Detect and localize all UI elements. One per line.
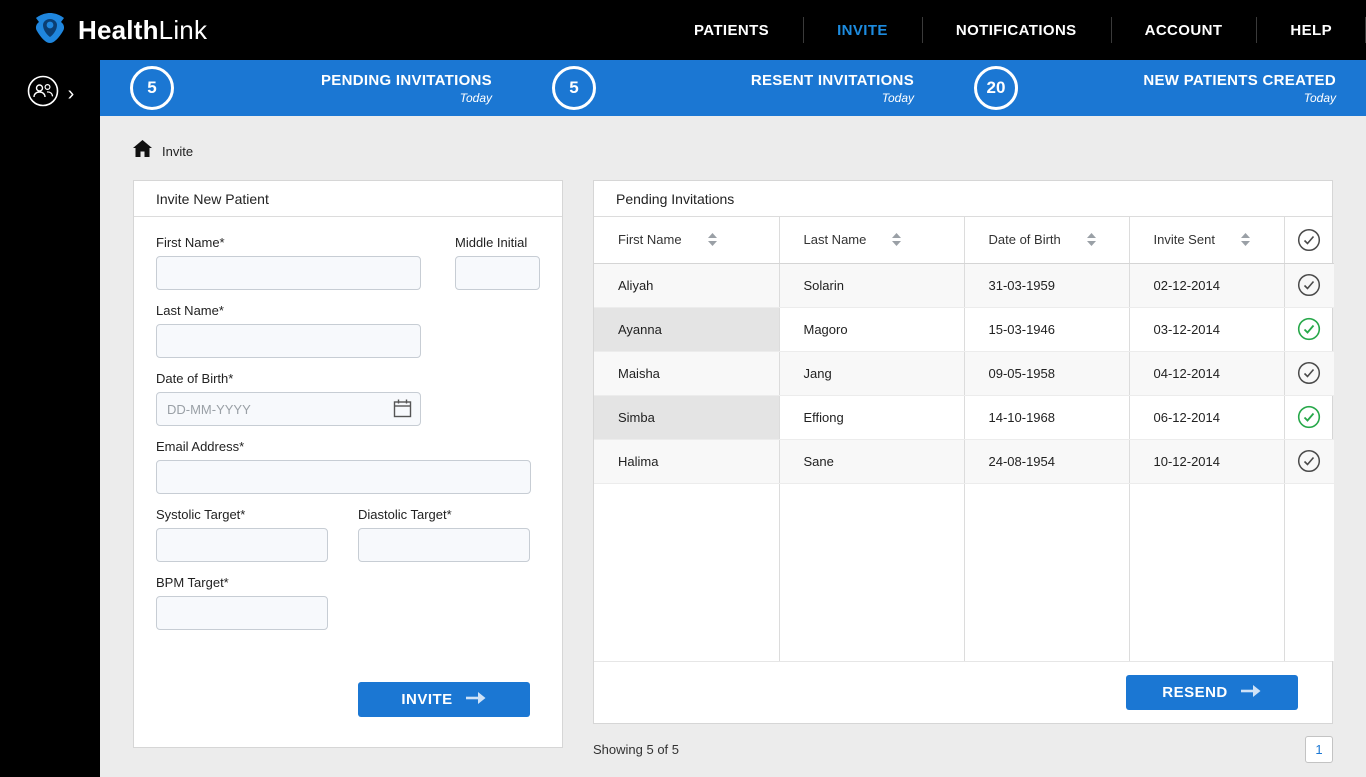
stat-pending-invitations: 5 PENDING INVITATIONS Today [100,66,522,110]
table-card-title: Pending Invitations [594,181,1332,217]
stat-sublabel: Today [881,90,914,105]
nav-item-patients[interactable]: PATIENTS [660,0,803,60]
pending-invitations-card: Pending Invitations First Name Last Name… [593,180,1334,724]
patients-group-icon[interactable] [26,74,60,113]
last-name-label: Last Name* [156,303,224,318]
stat-resent-invitations: 5 RESENT INVITATIONS Today [522,66,944,110]
status-check-icon[interactable] [1285,317,1335,341]
resend-button[interactable]: RESEND [1126,675,1298,710]
top-nav: HealthLink PATIENTS INVITE NOTIFICATIONS… [0,0,1366,60]
nav-item-help[interactable]: HELP [1256,0,1366,60]
stat-count-badge: 5 [130,66,174,110]
table-row[interactable]: Simba Effiong 14-10-1968 06-12-2014 [594,395,1335,440]
calendar-icon[interactable] [393,399,412,423]
left-sidebar: › [0,60,100,777]
middle-initial-label: Middle Initial [455,235,528,250]
stat-count-badge: 5 [552,66,596,110]
first-name-field[interactable] [156,256,421,290]
systolic-target-label: Systolic Target* [156,507,246,522]
invite-new-patient-card: Invite New Patient First Name* Middle In… [133,180,563,748]
arrow-right-icon [465,691,487,709]
diastolic-target-label: Diastolic Target* [358,507,452,522]
nav-item-notifications[interactable]: NOTIFICATIONS [921,0,1111,60]
sidebar-expand-chevron-icon[interactable]: › [68,84,75,104]
column-header-first-name[interactable]: First Name [594,217,780,264]
column-header-date-of-birth[interactable]: Date of Birth [964,217,1130,264]
healthlink-logo-icon [32,10,68,51]
stat-sublabel: Today [459,90,492,105]
sort-icon[interactable] [1240,233,1250,247]
nav-item-account[interactable]: ACCOUNT [1110,0,1257,60]
form-card-title: Invite New Patient [134,181,562,217]
bpm-target-label: BPM Target* [156,575,229,590]
status-check-icon[interactable] [1285,361,1335,385]
column-header-last-name[interactable]: Last Name [779,217,965,264]
diastolic-target-field[interactable] [358,528,530,562]
sort-icon[interactable] [892,233,902,247]
middle-initial-field[interactable] [455,256,540,290]
showing-count-text: Showing 5 of 5 [593,742,680,757]
breadcrumb-label[interactable]: Invite [162,144,193,159]
date-of-birth-field[interactable] [156,392,421,426]
breadcrumb: Invite [133,140,1333,162]
stat-label: NEW PATIENTS CREATED [1143,71,1336,89]
column-header-invite-sent[interactable]: Invite Sent [1129,217,1285,264]
home-icon[interactable] [133,140,152,162]
date-of-birth-label: Date of Birth* [156,371,234,386]
status-check-icon[interactable] [1285,405,1335,429]
email-address-label: Email Address* [156,439,245,454]
table-row[interactable]: Halima Sane 24-08-1954 10-12-2014 [594,439,1335,484]
brand-name: HealthLink [78,14,208,45]
sort-icon[interactable] [707,233,717,247]
stat-label: PENDING INVITATIONS [321,71,492,89]
arrow-right-icon [1240,684,1262,702]
pending-invitations-table: First Name Last Name Date of Birth Invit… [594,217,1334,661]
table-row[interactable]: Maisha Jang 09-05-1958 04-12-2014 [594,351,1335,396]
select-all-check-icon[interactable] [1285,228,1335,252]
column-header-status[interactable] [1284,217,1335,264]
status-check-icon[interactable] [1285,449,1335,473]
stat-label: RESENT INVITATIONS [750,71,914,89]
bpm-target-field[interactable] [156,596,328,630]
first-name-label: First Name* [156,235,225,250]
main-nav: PATIENTS INVITE NOTIFICATIONS ACCOUNT HE… [660,0,1366,60]
invite-button[interactable]: INVITE [358,682,530,717]
table-row[interactable]: Aliyah Solarin 31-03-1959 02-12-2014 [594,263,1335,308]
stat-sublabel: Today [1303,90,1336,105]
stats-bar: 5 PENDING INVITATIONS Today 5 RESENT INV… [100,60,1366,116]
email-address-field[interactable] [156,460,531,494]
table-row[interactable]: Ayanna Magoro 15-03-1946 03-12-2014 [594,307,1335,352]
sort-icon[interactable] [1086,233,1096,247]
last-name-field[interactable] [156,324,421,358]
table-empty-space [594,483,1334,661]
brand[interactable]: HealthLink [32,10,207,51]
nav-item-invite[interactable]: INVITE [803,0,922,60]
stat-count-badge: 20 [974,66,1018,110]
pagination-page-1[interactable]: 1 [1305,736,1333,763]
systolic-target-field[interactable] [156,528,328,562]
stat-new-patients: 20 NEW PATIENTS CREATED Today [944,66,1366,110]
status-check-icon[interactable] [1285,273,1335,297]
